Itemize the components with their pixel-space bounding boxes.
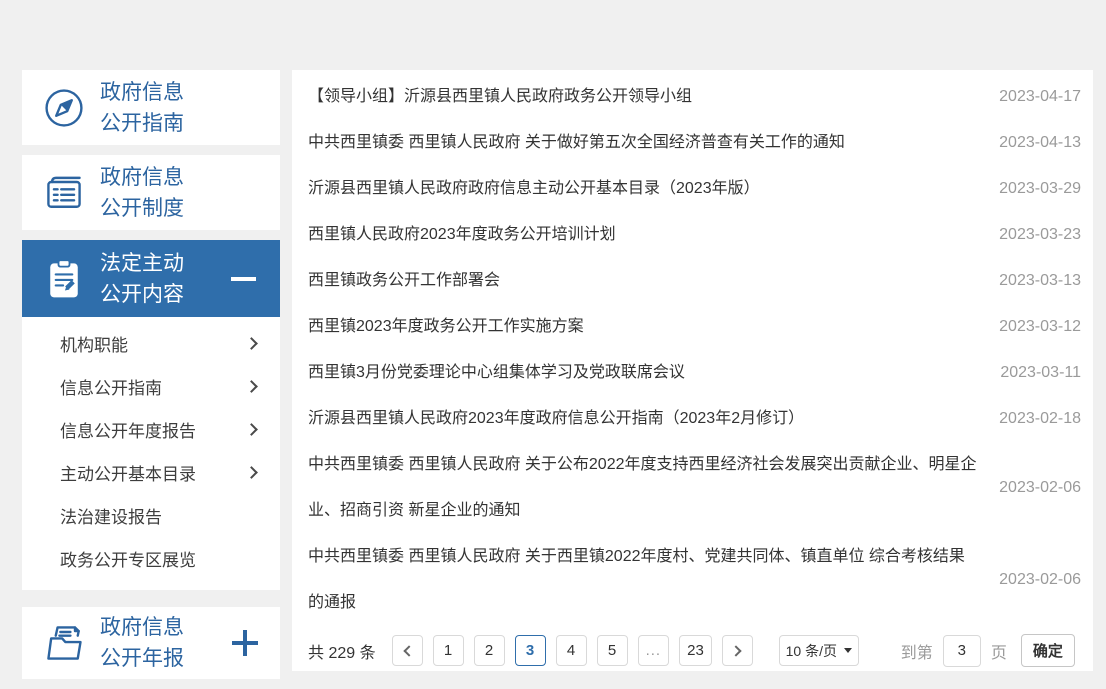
article-row: 沂源县西里镇人民政府2023年度政府信息公开指南（2023年2月修订）2023-…	[308, 396, 1081, 442]
submenu-item-label: 政务公开专区展览	[60, 546, 196, 571]
article-row: 沂源县西里镇人民政府政府信息主动公开基本目录（2023年版）2023-03-29	[308, 166, 1081, 212]
article-title-link[interactable]: 西里镇2023年度政务公开工作实施方案	[308, 304, 989, 350]
sidebar-item-gov-info-guide[interactable]: 政府信息 公开指南	[22, 70, 280, 145]
submenu-item-label: 主动公开基本目录	[60, 460, 196, 485]
article-date: 2023-03-29	[989, 180, 1081, 198]
article-list-panel: 【领导小组】沂源县西里镇人民政府政务公开领导小组2023-04-17中共西里镇委…	[292, 70, 1093, 671]
sidebar-item-label: 公开指南	[100, 112, 184, 135]
page-button-23[interactable]: 23	[679, 635, 712, 666]
article-date: 2023-04-13	[989, 134, 1081, 152]
page-button-4[interactable]: 4	[556, 635, 587, 666]
page-size-select[interactable]: 10 条/页	[779, 635, 859, 666]
sidebar-item-statutory-disclosure[interactable]: 法定主动 公开内容	[22, 240, 280, 317]
article-title-link[interactable]: 中共西里镇委 西里镇人民政府 关于做好第五次全国经济普查有关工作的通知	[308, 120, 989, 166]
article-row: 中共西里镇委 西里镇人民政府 关于公布2022年度支持西里经济社会发展突出贡献企…	[308, 442, 1081, 534]
article-title-link[interactable]: 沂源县西里镇人民政府政府信息主动公开基本目录（2023年版）	[308, 166, 989, 212]
goto-page-input[interactable]	[943, 635, 981, 667]
sidebar-submenu-item[interactable]: 政务公开专区展览	[22, 537, 280, 580]
submenu-item-label: 法治建设报告	[60, 503, 162, 528]
chevron-right-icon	[245, 423, 258, 436]
sidebar-item-label: 公开年报	[100, 647, 184, 670]
sidebar-item-label: 公开内容	[100, 283, 184, 306]
article-title-link[interactable]: 西里镇政务公开工作部署会	[308, 258, 989, 304]
article-row: 西里镇政务公开工作部署会2023-03-13	[308, 258, 1081, 304]
article-date: 2023-02-18	[989, 410, 1081, 428]
next-page-button[interactable]	[722, 635, 753, 666]
sidebar-submenu-item[interactable]: 信息公开年度报告	[22, 408, 280, 451]
sidebar-submenu: 机构职能信息公开指南信息公开年度报告主动公开基本目录法治建设报告政务公开专区展览	[22, 317, 280, 590]
pagination-pages: 12345...23	[433, 635, 722, 666]
sidebar-item-label: 法定主动	[100, 252, 184, 275]
sidebar-item-label: 公开制度	[100, 197, 184, 220]
page-size-label: 10 条/页	[786, 641, 837, 661]
sidebar-item-label: 政府信息	[100, 81, 184, 104]
article-row: 【领导小组】沂源县西里镇人民政府政务公开领导小组2023-04-17	[308, 74, 1081, 120]
sidebar-submenu-item[interactable]: 机构职能	[22, 322, 280, 365]
article-date: 2023-03-11	[989, 364, 1081, 382]
goto-prefix-label: 到第	[901, 639, 933, 663]
chevron-right-icon	[730, 645, 741, 656]
sidebar-item-gov-info-rules[interactable]: 政府信息 公开制度	[22, 155, 280, 230]
article-list: 【领导小组】沂源县西里镇人民政府政务公开领导小组2023-04-17中共西里镇委…	[308, 74, 1081, 626]
compass-icon	[42, 86, 86, 130]
rules-book-icon	[42, 171, 86, 215]
pagination-bar: 共 229 条 12345...23 10 条/页 到第 页 确定	[308, 634, 1081, 667]
expand-plus-icon[interactable]	[232, 630, 258, 656]
page-button-1[interactable]: 1	[433, 635, 464, 666]
page-button-3[interactable]: 3	[515, 635, 546, 666]
article-date: 2023-03-13	[989, 272, 1081, 290]
prev-page-button[interactable]	[392, 635, 423, 666]
goto-confirm-button[interactable]: 确定	[1021, 634, 1075, 667]
total-count-label: 共 229 条	[308, 639, 376, 663]
article-title-link[interactable]: 西里镇人民政府2023年度政务公开培训计划	[308, 212, 989, 258]
article-row: 中共西里镇委 西里镇人民政府 关于西里镇2022年度村、党建共同体、镇直单位 综…	[308, 534, 1081, 626]
article-row: 西里镇2023年度政务公开工作实施方案2023-03-12	[308, 304, 1081, 350]
submenu-item-label: 机构职能	[60, 331, 128, 356]
sidebar-item-label: 政府信息	[100, 616, 184, 639]
chevron-right-icon	[245, 380, 258, 393]
goto-page-group: 到第 页 确定	[901, 634, 1075, 667]
chevron-right-icon	[245, 466, 258, 479]
article-date: 2023-03-23	[989, 226, 1081, 244]
submenu-item-label: 信息公开年度报告	[60, 417, 196, 442]
clipboard-pencil-icon	[42, 257, 86, 301]
page-button-2[interactable]: 2	[474, 635, 505, 666]
collapse-minus-icon[interactable]	[231, 277, 256, 281]
article-title-link[interactable]: 中共西里镇委 西里镇人民政府 关于公布2022年度支持西里经济社会发展突出贡献企…	[308, 442, 989, 534]
annual-report-folder-icon	[42, 621, 86, 665]
article-title-link[interactable]: 西里镇3月份党委理论中心组集体学习及党政联席会议	[308, 350, 989, 396]
chevron-left-icon	[403, 645, 414, 656]
article-row: 西里镇人民政府2023年度政务公开培训计划2023-03-23	[308, 212, 1081, 258]
caret-down-icon	[844, 648, 852, 653]
article-title-link[interactable]: 沂源县西里镇人民政府2023年度政府信息公开指南（2023年2月修订）	[308, 396, 989, 442]
page-button-5[interactable]: 5	[597, 635, 628, 666]
sidebar-item-annual-report[interactable]: 政府信息 公开年报	[22, 607, 280, 679]
submenu-item-label: 信息公开指南	[60, 374, 162, 399]
article-title-link[interactable]: 中共西里镇委 西里镇人民政府 关于西里镇2022年度村、党建共同体、镇直单位 综…	[308, 534, 989, 626]
sidebar: 政府信息 公开指南 政府信息 公开制度	[22, 70, 280, 689]
article-row: 西里镇3月份党委理论中心组集体学习及党政联席会议2023-03-11	[308, 350, 1081, 396]
page-ellipsis-button[interactable]: ...	[638, 635, 670, 666]
sidebar-submenu-item[interactable]: 主动公开基本目录	[22, 451, 280, 494]
article-date: 2023-03-12	[989, 318, 1081, 336]
chevron-right-icon	[245, 337, 258, 350]
article-date: 2023-02-06	[989, 479, 1081, 497]
sidebar-item-label: 政府信息	[100, 166, 184, 189]
goto-suffix-label: 页	[991, 639, 1007, 663]
sidebar-submenu-item[interactable]: 信息公开指南	[22, 365, 280, 408]
article-date: 2023-02-06	[989, 571, 1081, 589]
article-title-link[interactable]: 【领导小组】沂源县西里镇人民政府政务公开领导小组	[308, 74, 989, 120]
article-date: 2023-04-17	[989, 88, 1081, 106]
article-row: 中共西里镇委 西里镇人民政府 关于做好第五次全国经济普查有关工作的通知2023-…	[308, 120, 1081, 166]
sidebar-submenu-item[interactable]: 法治建设报告	[22, 494, 280, 537]
